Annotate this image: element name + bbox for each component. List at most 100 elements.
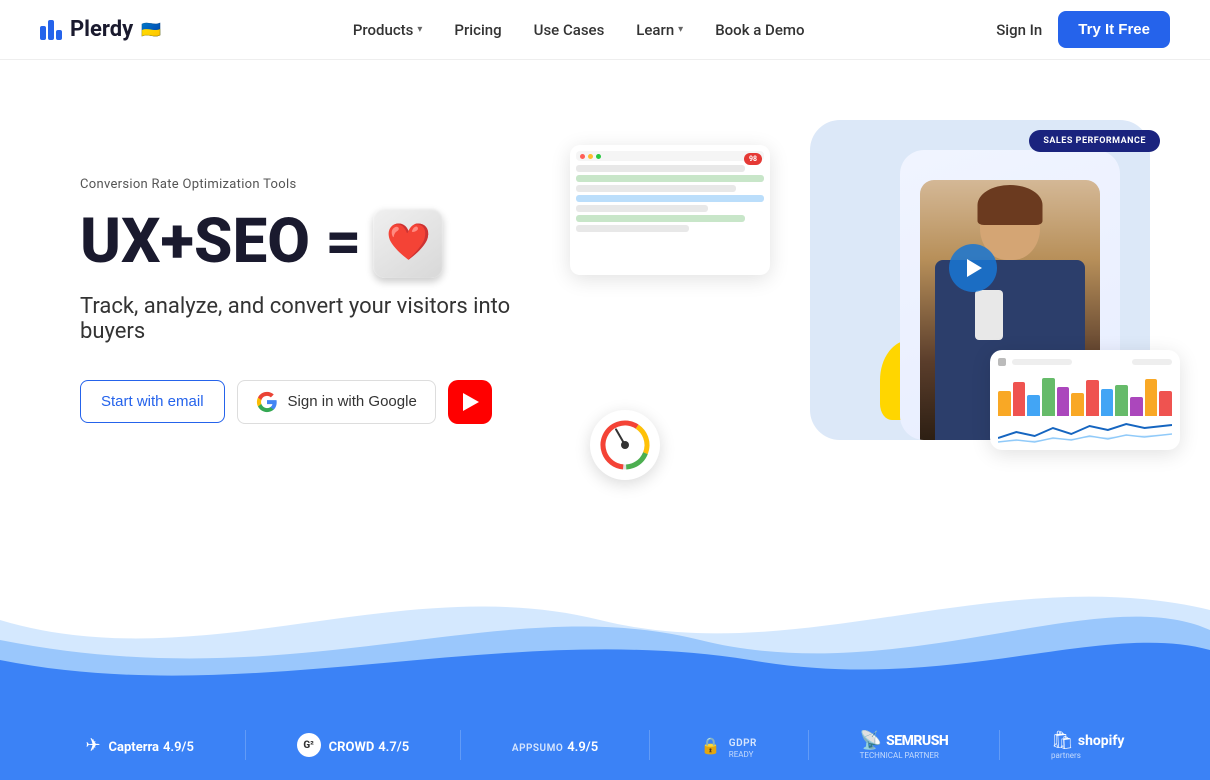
chevron-down-icon: ▾ bbox=[417, 24, 422, 35]
ac-icon bbox=[998, 358, 1006, 366]
sign-in-link[interactable]: Sign In bbox=[996, 21, 1042, 39]
hero-section: Conversion Rate Optimization Tools UX+SE… bbox=[0, 60, 1210, 540]
nav-use-cases[interactable]: Use Cases bbox=[522, 13, 617, 47]
capterra-rating: 4.9/5 bbox=[163, 740, 194, 755]
logo-text: Plerdy bbox=[70, 17, 133, 42]
sc-line3 bbox=[576, 185, 736, 192]
line-chart bbox=[998, 420, 1172, 445]
gauge-svg bbox=[597, 417, 653, 473]
ac-header bbox=[998, 358, 1172, 366]
ac-label bbox=[1012, 359, 1072, 365]
bar7 bbox=[1086, 380, 1099, 416]
partner-appsumo: APPSUMO 4.9/5 bbox=[512, 736, 598, 755]
shopify-icon: 🛍 bbox=[1051, 730, 1074, 751]
divider1 bbox=[245, 730, 246, 760]
bar11 bbox=[1145, 379, 1158, 416]
sign-in-google-button[interactable]: Sign in with Google bbox=[237, 380, 436, 424]
chevron-down-icon: ▾ bbox=[678, 24, 683, 35]
gdpr-name: GDPR bbox=[729, 738, 757, 749]
g2-name: CROWD bbox=[329, 740, 375, 755]
capterra-icon: ✈ bbox=[85, 735, 100, 756]
sc-line2 bbox=[576, 175, 764, 182]
play-triangle-icon bbox=[967, 259, 982, 277]
gauge-card bbox=[590, 410, 660, 480]
sc-line6 bbox=[576, 215, 745, 222]
hero-content: Conversion Rate Optimization Tools UX+SE… bbox=[80, 177, 570, 424]
bar3 bbox=[1027, 395, 1040, 416]
sc-line5 bbox=[576, 205, 708, 212]
nav-pricing[interactable]: Pricing bbox=[442, 13, 513, 47]
partner-gdpr: 🔒 GDPR READY bbox=[701, 731, 757, 759]
bar5 bbox=[1057, 387, 1070, 416]
logo[interactable]: Plerdy 🇺🇦 bbox=[40, 17, 161, 42]
wave-svg bbox=[0, 540, 1210, 710]
hero-tagline: Track, analyze, and convert your visitor… bbox=[80, 294, 570, 344]
shopify-name: shopify bbox=[1078, 733, 1125, 749]
hero-illustration: 98 SALES PERFORMANCE bbox=[570, 140, 1130, 460]
gdpr-icon: 🔒 bbox=[701, 736, 721, 755]
bar8 bbox=[1101, 389, 1114, 416]
sc-line7 bbox=[576, 225, 689, 232]
nav-products[interactable]: Products ▾ bbox=[341, 13, 435, 47]
hero-buttons: Start with email Sign in with Google bbox=[80, 380, 570, 424]
bar3 bbox=[56, 30, 62, 40]
shopify-info: 🛍 shopify partners bbox=[1051, 730, 1124, 760]
bar6 bbox=[1071, 393, 1084, 416]
play-button[interactable] bbox=[949, 244, 997, 292]
g2-info: CROWD 4.7/5 bbox=[329, 736, 410, 755]
try-free-button[interactable]: Try It Free bbox=[1058, 11, 1170, 48]
semrush-name: SEMRUSH bbox=[886, 733, 948, 749]
g2-rating: 4.7/5 bbox=[378, 740, 409, 755]
header-actions: Sign In Try It Free bbox=[996, 11, 1170, 48]
google-icon bbox=[256, 391, 278, 413]
wave-section bbox=[0, 540, 1210, 710]
dot-yellow bbox=[588, 154, 593, 159]
divider2 bbox=[460, 730, 461, 760]
bar12 bbox=[1159, 391, 1172, 416]
sc-header bbox=[576, 151, 764, 161]
bar10 bbox=[1130, 397, 1143, 416]
main-nav: Products ▾ Pricing Use Cases Learn ▾ Boo… bbox=[341, 13, 817, 47]
sc-line1 bbox=[576, 165, 745, 172]
appsumo-info: APPSUMO 4.9/5 bbox=[512, 736, 598, 755]
start-email-button[interactable]: Start with email bbox=[80, 380, 225, 423]
partner-capterra: ✈ Capterra 4.9/5 bbox=[85, 735, 193, 756]
hero-headline: UX+SEO = ❤️ bbox=[80, 208, 570, 278]
appsumo-rating: 4.9/5 bbox=[567, 740, 598, 755]
bar1 bbox=[998, 391, 1011, 416]
bar-chart bbox=[998, 370, 1172, 420]
ac-value bbox=[1132, 359, 1172, 365]
heart-key-icon: ❤️ bbox=[373, 208, 443, 278]
partner-semrush: 📡 SEMRUSH TECHNICAL PARTNER bbox=[860, 730, 949, 760]
dot-green bbox=[596, 154, 601, 159]
appsumo-name: APPSUMO bbox=[512, 743, 563, 754]
divider5 bbox=[999, 730, 1000, 760]
nav-learn[interactable]: Learn ▾ bbox=[624, 13, 695, 47]
line-chart-svg bbox=[998, 420, 1172, 445]
play-icon bbox=[463, 393, 479, 411]
nav-book-demo[interactable]: Book a Demo bbox=[703, 13, 816, 47]
logo-icon bbox=[40, 20, 62, 40]
gdpr-info: GDPR READY bbox=[729, 731, 757, 759]
dot-red bbox=[580, 154, 585, 159]
semrush-icon: 📡 bbox=[860, 730, 882, 751]
gdpr-sublabel: READY bbox=[729, 750, 757, 759]
bar2 bbox=[1013, 382, 1026, 416]
bar2 bbox=[48, 20, 54, 40]
youtube-button[interactable] bbox=[448, 380, 492, 424]
partners-bar: ✈ Capterra 4.9/5 G² CROWD 4.7/5 APPSUMO … bbox=[0, 710, 1210, 780]
partner-shopify: 🛍 shopify partners bbox=[1051, 730, 1124, 760]
bar9 bbox=[1115, 385, 1128, 417]
sc-line4 bbox=[576, 195, 764, 202]
g2-icon: G² bbox=[297, 733, 321, 757]
bar1 bbox=[40, 26, 46, 40]
semrush-logo-container: 📡 SEMRUSH TECHNICAL PARTNER bbox=[860, 730, 949, 760]
screenshot-card: 98 bbox=[570, 145, 770, 275]
logo-flag: 🇺🇦 bbox=[141, 20, 161, 39]
bar4 bbox=[1042, 378, 1055, 416]
analytics-card bbox=[990, 350, 1180, 450]
score-badge: 98 bbox=[744, 153, 762, 165]
semrush-sublabel: TECHNICAL PARTNER bbox=[860, 751, 949, 760]
header: Plerdy 🇺🇦 Products ▾ Pricing Use Cases L… bbox=[0, 0, 1210, 60]
capterra-info: Capterra 4.9/5 bbox=[109, 736, 194, 755]
